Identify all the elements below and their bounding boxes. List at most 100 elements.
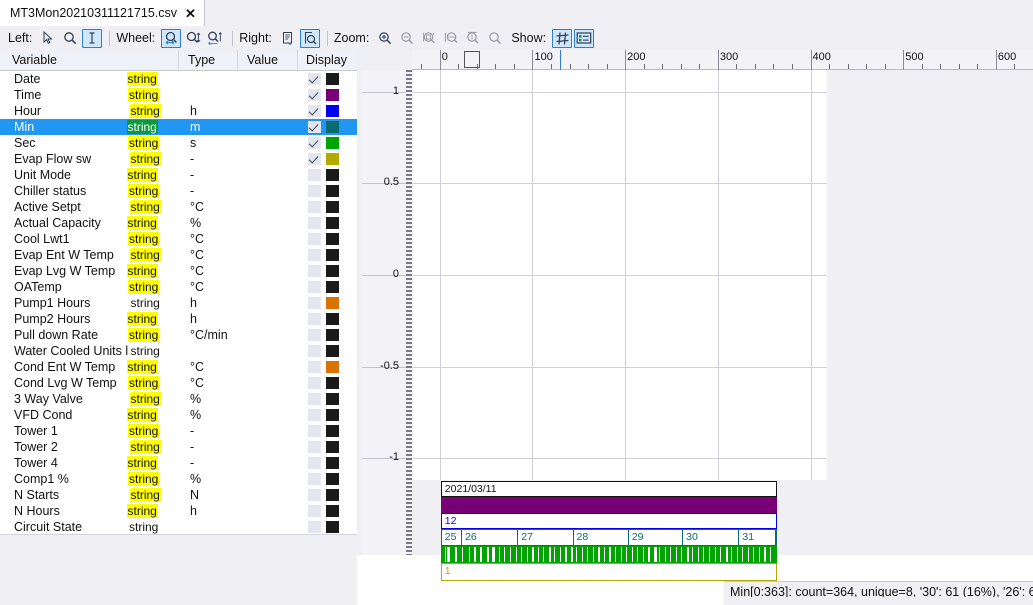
display-checkbox[interactable] (308, 153, 321, 165)
display-color-swatch[interactable] (326, 425, 339, 437)
display-checkbox[interactable] (308, 409, 321, 421)
display-checkbox[interactable] (308, 473, 321, 485)
table-row[interactable]: Cond Lvg W Temp string °C (0, 375, 357, 391)
display-color-swatch[interactable] (326, 217, 339, 229)
display-checkbox[interactable] (308, 249, 321, 261)
y-axis[interactable]: 1 0.5 0 -0.5 -1 (362, 70, 412, 555)
display-color-swatch[interactable] (326, 185, 339, 197)
display-checkbox[interactable] (308, 233, 321, 245)
document-select-icon[interactable] (278, 29, 298, 48)
band-segment[interactable]: 1 (442, 564, 776, 580)
band-segment[interactable]: 27 (518, 530, 574, 545)
table-row[interactable]: Tower 2 string - (0, 439, 357, 455)
display-checkbox[interactable] (308, 313, 321, 325)
show-legend-icon[interactable] (574, 28, 595, 48)
table-row[interactable]: Pump1 Hours string h (0, 295, 357, 311)
table-row[interactable]: Date string (0, 71, 357, 87)
display-color-swatch[interactable] (326, 121, 339, 133)
display-color-swatch[interactable] (326, 457, 339, 469)
column-header-value[interactable]: Value (247, 53, 278, 67)
band-segment[interactable]: 26 (462, 530, 519, 545)
table-row[interactable]: Chiller status string - (0, 183, 357, 199)
display-checkbox[interactable] (308, 73, 321, 85)
zoom-in-icon[interactable] (375, 29, 395, 48)
zoom-horizontal-icon[interactable] (161, 28, 182, 48)
table-row[interactable]: Time string (0, 87, 357, 103)
display-checkbox[interactable] (308, 297, 321, 309)
time-band[interactable] (440, 497, 778, 513)
band-segment[interactable]: 31 (739, 530, 777, 545)
table-row[interactable]: Hour string h (0, 103, 357, 119)
column-divider[interactable] (237, 50, 238, 71)
display-checkbox[interactable] (308, 201, 321, 213)
table-row[interactable]: Water Cooled Units l string (0, 343, 357, 359)
zoom-both-icon[interactable] (205, 29, 225, 48)
display-color-swatch[interactable] (326, 505, 339, 517)
display-color-swatch[interactable] (326, 201, 339, 213)
column-divider[interactable] (178, 50, 179, 71)
date-band[interactable]: 2021/03/11 (440, 481, 778, 497)
display-checkbox[interactable] (308, 489, 321, 501)
display-checkbox[interactable] (308, 377, 321, 389)
table-row[interactable]: Comp1 % string% (0, 471, 357, 487)
display-color-swatch[interactable] (326, 393, 339, 405)
table-row[interactable]: Tower 1 string - (0, 423, 357, 439)
display-color-swatch[interactable] (326, 105, 339, 117)
band-segment[interactable]: 25 (442, 530, 463, 545)
display-checkbox[interactable] (308, 393, 321, 405)
display-color-swatch[interactable] (326, 441, 339, 453)
display-checkbox[interactable] (308, 521, 321, 533)
display-color-swatch[interactable] (326, 265, 339, 277)
display-color-swatch[interactable] (326, 409, 339, 421)
display-color-swatch[interactable] (326, 345, 339, 357)
table-row[interactable]: Sec string s (0, 135, 357, 151)
zoom-out-icon[interactable] (397, 29, 417, 48)
display-checkbox[interactable] (308, 505, 321, 517)
tab-file[interactable]: MT3Mon20210311121715.csv ✕ (0, 0, 205, 26)
display-color-swatch[interactable] (326, 297, 339, 309)
display-checkbox[interactable] (308, 345, 321, 357)
region-inspect-icon[interactable] (299, 28, 320, 48)
display-checkbox[interactable] (308, 105, 321, 117)
display-color-swatch[interactable] (326, 473, 339, 485)
zoom-fit-icon[interactable] (419, 29, 439, 48)
table-row[interactable]: N Hours string h (0, 503, 357, 519)
pointer-icon[interactable] (38, 29, 58, 48)
display-checkbox[interactable] (308, 137, 321, 149)
plot-area[interactable] (413, 50, 827, 480)
band-segment[interactable]: 30 (683, 530, 740, 545)
display-color-swatch[interactable] (326, 249, 339, 261)
evap-flow-band[interactable]: 1 (440, 563, 778, 581)
zoom-fit-width-icon[interactable] (441, 29, 461, 48)
table-row[interactable]: VFD Cond string% (0, 407, 357, 423)
display-color-swatch[interactable] (326, 361, 339, 373)
min-band[interactable]: 25 26 27 28 29 30 31 (440, 529, 778, 546)
display-checkbox[interactable] (308, 89, 321, 101)
display-checkbox[interactable] (308, 265, 321, 277)
zoom-vertical-icon[interactable] (183, 29, 203, 48)
display-color-swatch[interactable] (326, 89, 339, 101)
column-divider[interactable] (297, 50, 298, 71)
display-checkbox[interactable] (308, 185, 321, 197)
display-color-swatch[interactable] (326, 521, 339, 533)
table-row[interactable]: Tower 4 string - (0, 455, 357, 471)
table-row[interactable]: Cool Lwt1 string °C (0, 231, 357, 247)
band-segment[interactable] (442, 498, 776, 512)
zoom-reset-icon[interactable] (485, 29, 505, 48)
display-color-swatch[interactable] (326, 489, 339, 501)
table-row[interactable]: Pull down Rate string °C/min (0, 327, 357, 343)
table-row[interactable]: Unit Mode string - (0, 167, 357, 183)
display-color-swatch[interactable] (326, 233, 339, 245)
table-row[interactable]: Evap Lvg W Temp string °C (0, 263, 357, 279)
column-header-type[interactable]: Type (188, 53, 215, 67)
text-cursor-icon[interactable] (82, 28, 103, 48)
band-segment[interactable]: 28 (574, 530, 629, 545)
display-checkbox[interactable] (308, 441, 321, 453)
table-row[interactable]: Evap Ent W Temp string °C (0, 247, 357, 263)
display-checkbox[interactable] (308, 457, 321, 469)
band-segment[interactable]: 29 (629, 530, 684, 545)
y-axis-scroll-rail[interactable] (406, 70, 412, 555)
display-checkbox[interactable] (308, 425, 321, 437)
display-color-swatch[interactable] (326, 313, 339, 325)
table-row[interactable]: Evap Flow sw string - (0, 151, 357, 167)
